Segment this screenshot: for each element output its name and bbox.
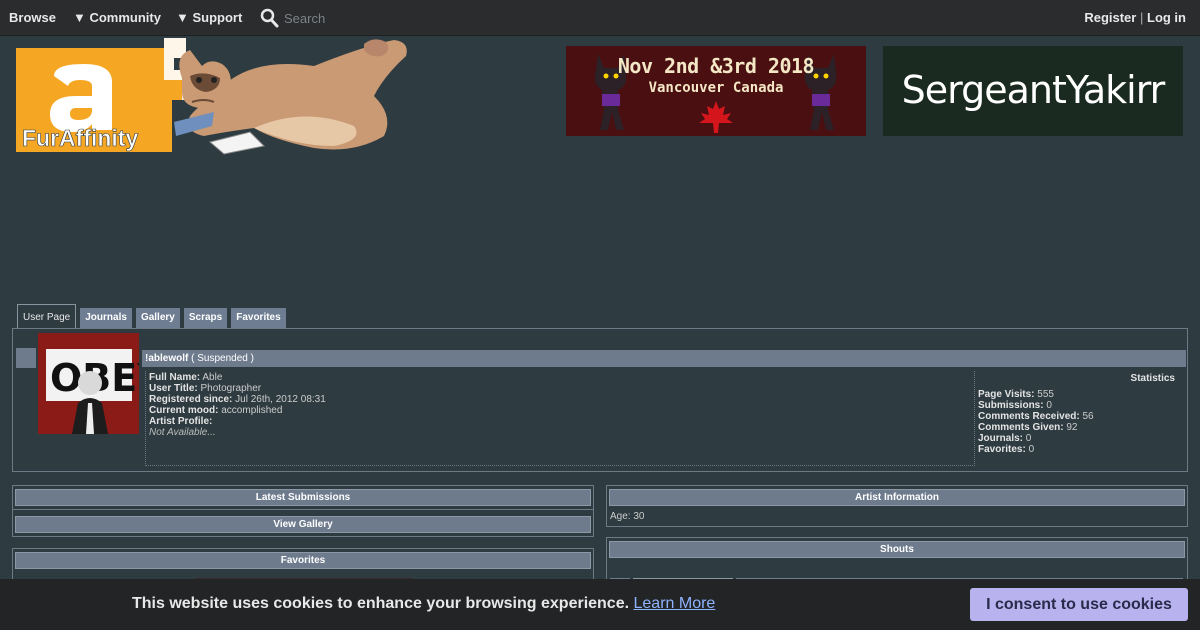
- info-user-title: User Title: Photographer: [149, 383, 262, 394]
- tab-scraps[interactable]: Scraps: [183, 308, 228, 328]
- convention-banner[interactable]: Nov 2nd &3rd 2018 Vancouver Canada: [566, 46, 866, 136]
- avatar[interactable]: OBEY: [38, 333, 139, 434]
- cookie-message: This website uses cookies to enhance you…: [132, 595, 715, 613]
- statistics-panel: Statistics Page Visits: 555 Submissions:…: [974, 371, 1182, 466]
- user-profile-panel: OBEY !ablewolf ( Suspended ) Full Name: …: [12, 328, 1188, 472]
- section-divider: [13, 509, 593, 510]
- tab-user-page[interactable]: User Page: [17, 304, 77, 328]
- cookie-message-text: This website uses cookies to enhance you…: [132, 595, 630, 612]
- account-links: Register | Log in: [1084, 10, 1186, 25]
- artist-information-header: Artist Information: [609, 489, 1185, 506]
- shouts-header: Shouts: [609, 541, 1185, 558]
- user-name-bar: !ablewolf ( Suspended ): [142, 350, 1186, 367]
- view-gallery-button[interactable]: View Gallery: [15, 516, 591, 533]
- artist-information-section: Artist Information Age: 30: [606, 485, 1188, 527]
- stat-page-visits: Page Visits: 555: [978, 389, 1054, 400]
- tab-favorites[interactable]: Favorites: [231, 308, 286, 328]
- info-artist-profile: Artist Profile:: [149, 416, 213, 427]
- logo-mascot-fox: [174, 39, 407, 155]
- artist-age: Age: 30: [610, 511, 645, 522]
- username[interactable]: !ablewolf: [145, 353, 188, 364]
- user-info: Full Name: Able User Title: Photographer…: [145, 371, 975, 466]
- info-artist-profile-value: Not Available...: [149, 427, 216, 438]
- nav-support-menu[interactable]: ▼ Support: [176, 10, 242, 25]
- nav-browse[interactable]: Browse: [9, 10, 56, 25]
- info-full-name: Full Name: Able: [149, 372, 223, 383]
- nav-community-menu[interactable]: ▼ Community: [73, 10, 161, 25]
- latest-submissions-section: Latest Submissions View Gallery: [12, 485, 594, 537]
- stat-comments-received: Comments Received: 56: [978, 411, 1094, 422]
- stat-submissions: Submissions: 0: [978, 400, 1052, 411]
- info-registered: Registered since: Jul 26th, 2012 08:31: [149, 394, 326, 405]
- tab-gallery[interactable]: Gallery: [135, 308, 180, 328]
- tab-journals[interactable]: Journals: [80, 308, 132, 328]
- search-box: [260, 8, 424, 28]
- banner-date: Nov 2nd &3rd 2018: [617, 54, 815, 78]
- user-icon-placeholder: [16, 348, 36, 368]
- account-separator: |: [1139, 10, 1144, 25]
- search-icon[interactable]: [260, 8, 279, 28]
- stat-journals: Journals: 0: [978, 433, 1032, 444]
- favorites-header: Favorites: [15, 552, 591, 569]
- site-logo[interactable]: FurAffinity: [14, 36, 424, 162]
- sponsor-banner-text: SergeantYakirr: [901, 68, 1166, 112]
- login-link[interactable]: Log in: [1147, 10, 1186, 25]
- info-mood: Current mood: accomplished: [149, 405, 283, 416]
- register-link[interactable]: Register: [1084, 10, 1136, 25]
- user-status-badge: ( Suspended ): [191, 353, 254, 364]
- profile-tabs: User Page Journals Gallery Scraps Favori…: [17, 304, 286, 328]
- cookie-consent-bar: This website uses cookies to enhance you…: [0, 579, 1200, 630]
- maple-leaf-icon: [699, 101, 733, 133]
- stat-favorites: Favorites: 0: [978, 444, 1035, 455]
- top-navigation: Browse ▼ Community ▼ Support Register | …: [0, 0, 1200, 36]
- latest-submissions-header: Latest Submissions: [15, 489, 591, 506]
- banner-location: Vancouver Canada: [648, 80, 784, 96]
- logo-text: FurAffinity: [22, 125, 138, 151]
- avatar-image: OBEY: [38, 333, 139, 434]
- search-input[interactable]: [284, 8, 424, 28]
- cookie-consent-button[interactable]: I consent to use cookies: [970, 588, 1188, 621]
- sponsor-banner[interactable]: SergeantYakirr: [883, 46, 1183, 136]
- statistics-title: Statistics: [1130, 373, 1175, 384]
- learn-more-link[interactable]: Learn More: [634, 595, 716, 612]
- stat-comments-given: Comments Given: 92: [978, 422, 1078, 433]
